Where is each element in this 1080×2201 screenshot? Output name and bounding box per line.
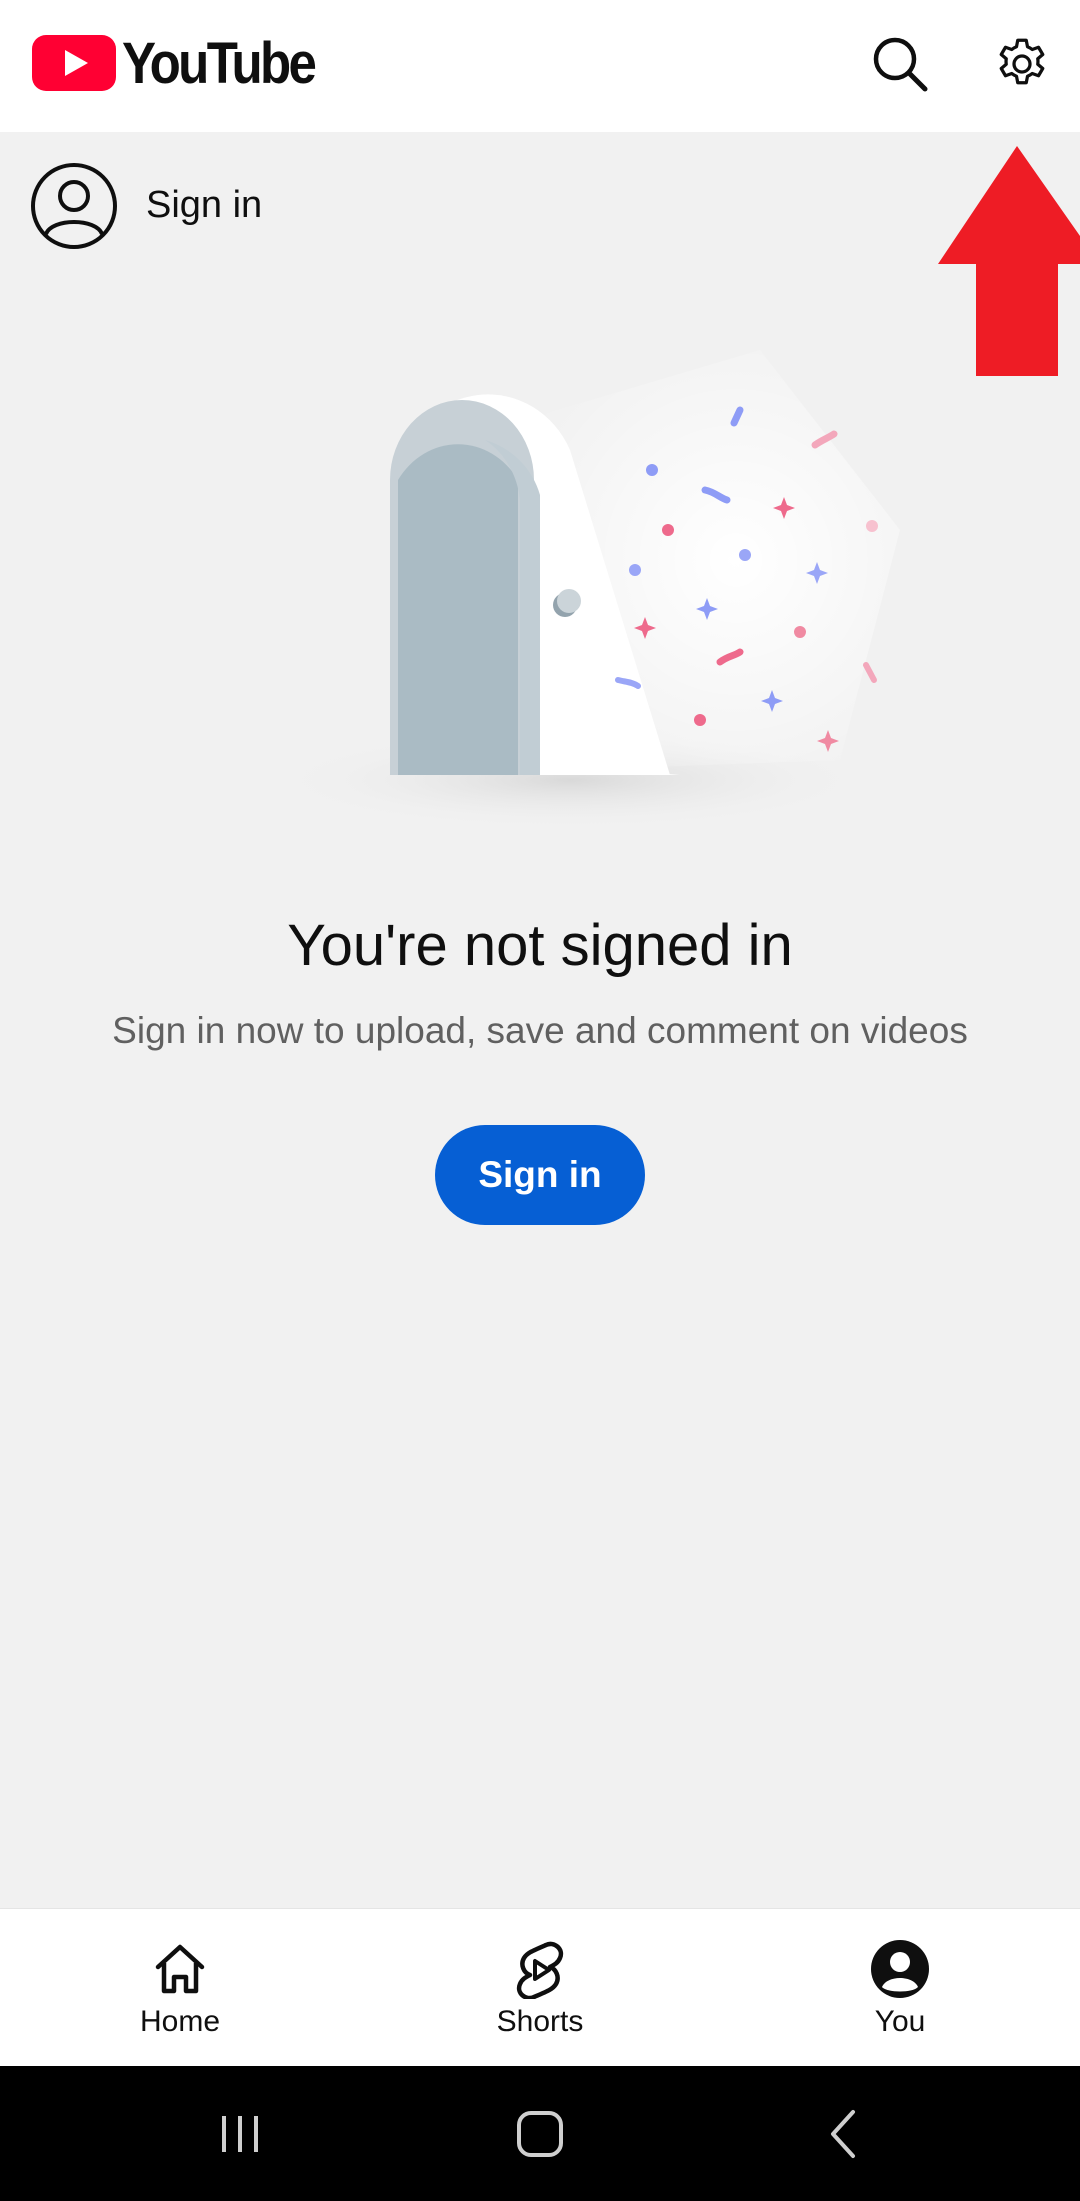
system-home-button[interactable]	[500, 2096, 580, 2172]
nav-label-shorts: Shorts	[496, 2005, 584, 2038]
nav-label-home: Home	[139, 2005, 221, 2038]
youtube-play-icon	[32, 35, 116, 91]
search-icon	[873, 37, 928, 92]
settings-button[interactable]	[982, 24, 1062, 104]
youtube-logo[interactable]: YouTube	[32, 30, 340, 96]
door-confetti-illustration	[270, 350, 900, 830]
back-chevron-icon	[831, 2110, 855, 2158]
logo-wordmark: YouTube	[122, 30, 317, 96]
signin-row-label: Sign in	[146, 184, 263, 226]
nav-item-home[interactable]: Home	[0, 1909, 360, 2067]
not-signed-in-title: You're not signed in	[287, 913, 793, 978]
red-arrow-annotation	[938, 146, 1080, 376]
home-icon	[148, 1937, 212, 2001]
account-filled-icon	[868, 1937, 932, 2001]
gear-icon	[999, 38, 1045, 85]
top-app-bar: YouTube	[0, 0, 1080, 132]
search-button[interactable]	[860, 24, 940, 104]
bottom-navigation: Home Shorts You	[0, 1908, 1080, 2066]
shorts-icon	[508, 1937, 572, 2001]
account-signin-row[interactable]: Sign in	[0, 132, 1080, 282]
not-signed-in-subtitle: Sign in now to upload, save and comment …	[112, 1010, 968, 1051]
system-back-button[interactable]	[805, 2096, 885, 2172]
recent-apps-icon	[222, 2116, 258, 2152]
nav-item-shorts[interactable]: Shorts	[360, 1909, 720, 2067]
nav-item-you[interactable]: You	[720, 1909, 1080, 2067]
square-home-icon	[517, 2111, 563, 2157]
recent-apps-button[interactable]	[200, 2096, 280, 2172]
account-circle-icon	[31, 163, 117, 249]
system-navigation-bar	[0, 2066, 1080, 2201]
nav-label-you: You	[874, 2005, 926, 2038]
sign-in-button[interactable]: Sign in	[435, 1125, 645, 1225]
